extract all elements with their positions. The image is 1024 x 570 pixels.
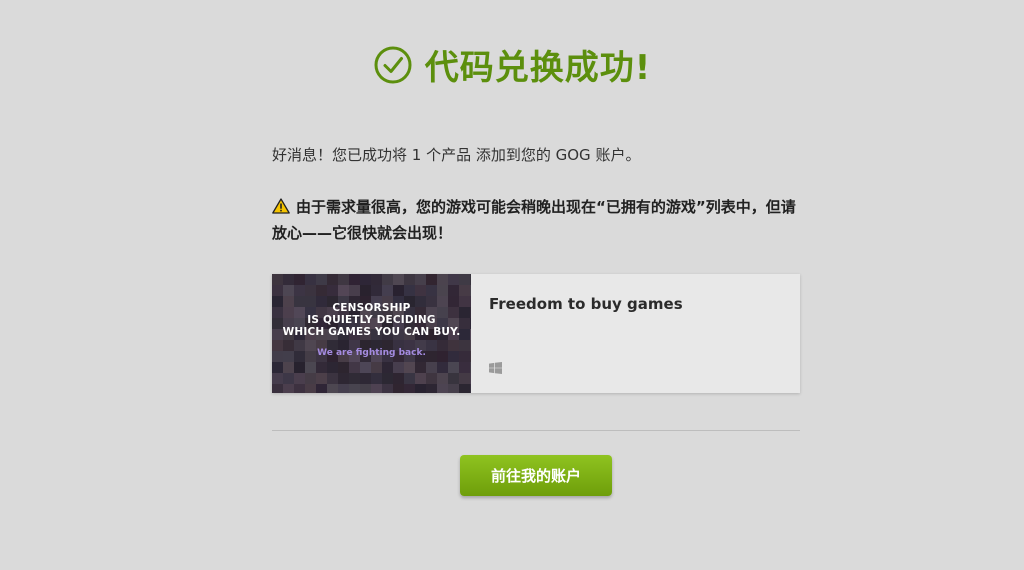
message-area: 好消息！您已成功将 1 个产品 添加到您的 GOG 账户。 由于需求量很高，您的… [272, 142, 802, 246]
success-message: 好消息！您已成功将 1 个产品 添加到您的 GOG 账户。 [272, 146, 641, 164]
product-title[interactable]: Freedom to buy games [489, 295, 683, 313]
thumbnail-line-3: WHICH GAMES YOU CAN BUY. [282, 326, 461, 338]
delay-warning-text: 由于需求量很高，您的游戏可能会稍晚出现在“已拥有的游戏”列表中，但请放心——它很… [272, 198, 796, 242]
go-to-account-button[interactable]: 前往我的账户 [460, 455, 612, 496]
page-title: 代码兑换成功! [424, 48, 652, 88]
check-circle-icon [374, 46, 412, 83]
thumbnail-subline: We are fighting back. [317, 348, 426, 358]
warning-triangle-icon [272, 198, 290, 214]
product-card[interactable]: CENSORSHIP IS QUIETLY DECIDING WHICH GAM… [272, 274, 800, 393]
thumbnail-line-1: CENSORSHIP [332, 302, 411, 314]
product-thumbnail[interactable]: CENSORSHIP IS QUIETLY DECIDING WHICH GAM… [272, 274, 471, 393]
divider [272, 430, 800, 431]
windows-icon [489, 362, 502, 374]
thumbnail-line-2: IS QUIETLY DECIDING [307, 314, 436, 326]
product-info: Freedom to buy games [471, 274, 800, 393]
thumbnail-headline: CENSORSHIP IS QUIETLY DECIDING WHICH GAM… [272, 302, 471, 338]
delay-warning: 由于需求量很高，您的游戏可能会稍晚出现在“已拥有的游戏”列表中，但请放心——它很… [272, 194, 802, 246]
success-header: 代码兑换成功! [0, 40, 1024, 89]
